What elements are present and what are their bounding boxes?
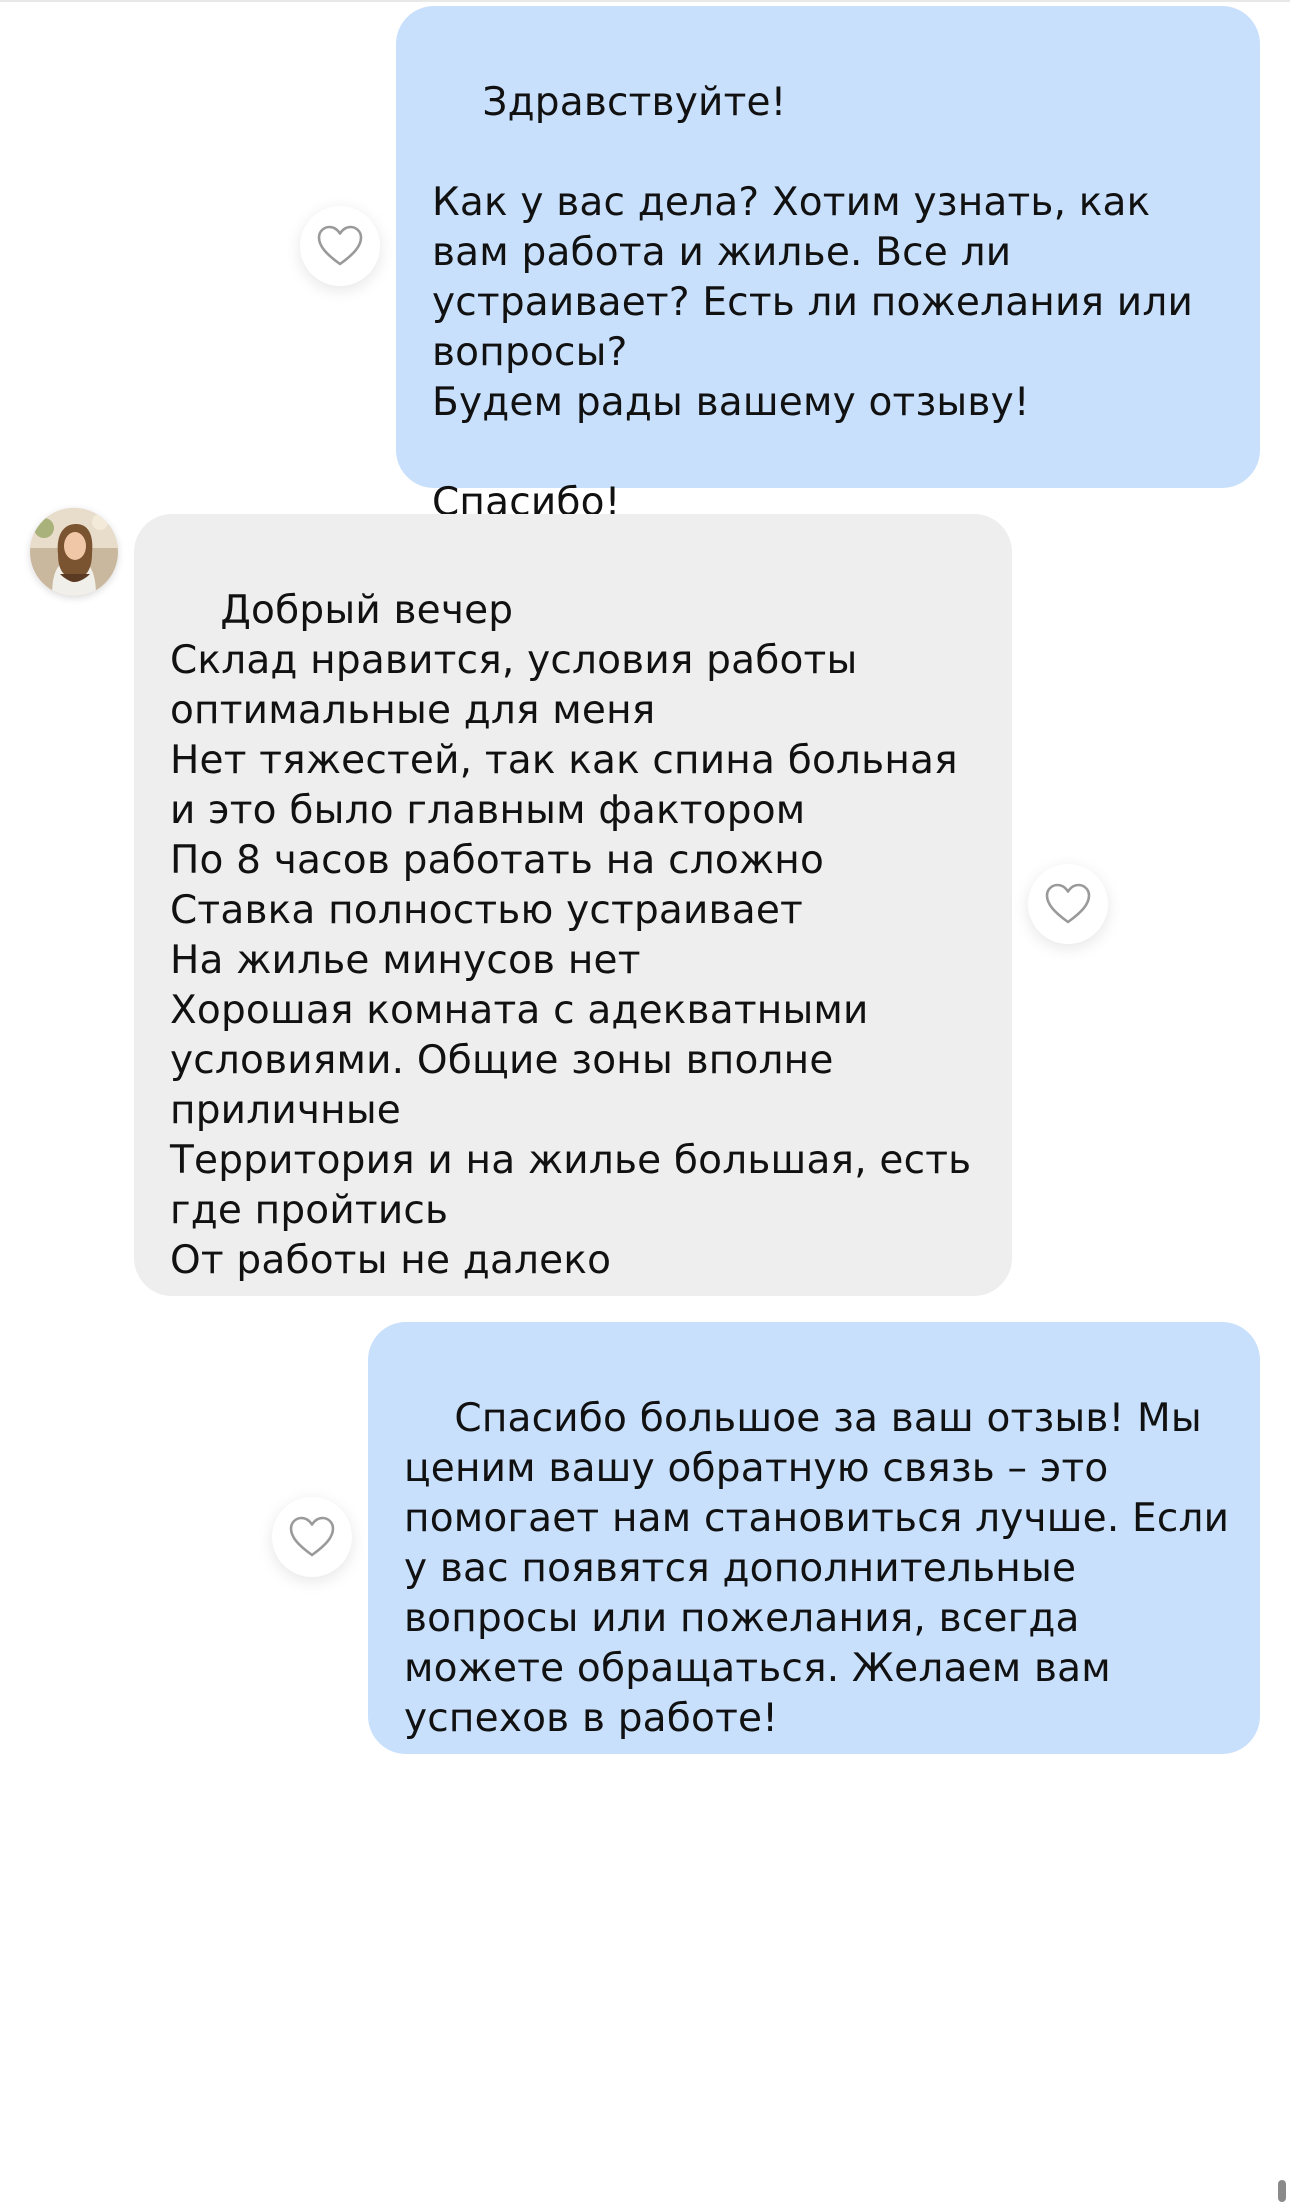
message-bubble-incoming[interactable]: Добрый вечер Склад нравится, условия раб… — [134, 514, 1012, 1296]
like-button[interactable] — [1028, 864, 1108, 944]
like-button[interactable] — [300, 206, 380, 286]
heart-outline-icon — [289, 1516, 335, 1557]
heart-outline-icon — [317, 225, 363, 266]
avatar[interactable] — [30, 508, 118, 596]
message-bubble-outgoing[interactable]: Спасибо большое за ваш отзыв! Мы ценим в… — [368, 1322, 1260, 1754]
chat-thread[interactable]: Здравствуйте! Как у вас дела? Хотим узна… — [0, 0, 1290, 2207]
message-text: Здравствуйте! Как у вас дела? Хотим узна… — [432, 80, 1194, 525]
scroll-indicator[interactable] — [1278, 2180, 1286, 2202]
heart-outline-icon — [1045, 883, 1091, 924]
message-bubble-outgoing[interactable]: Здравствуйте! Как у вас дела? Хотим узна… — [396, 6, 1260, 525]
message-text: Спасибо большое за ваш отзыв! Мы ценим в… — [404, 1396, 1242, 1741]
message-text: Добрый вечер Склад нравится, условия раб… — [170, 588, 972, 1283]
like-button[interactable] — [272, 1497, 352, 1577]
user-avatar-photo — [30, 508, 118, 596]
